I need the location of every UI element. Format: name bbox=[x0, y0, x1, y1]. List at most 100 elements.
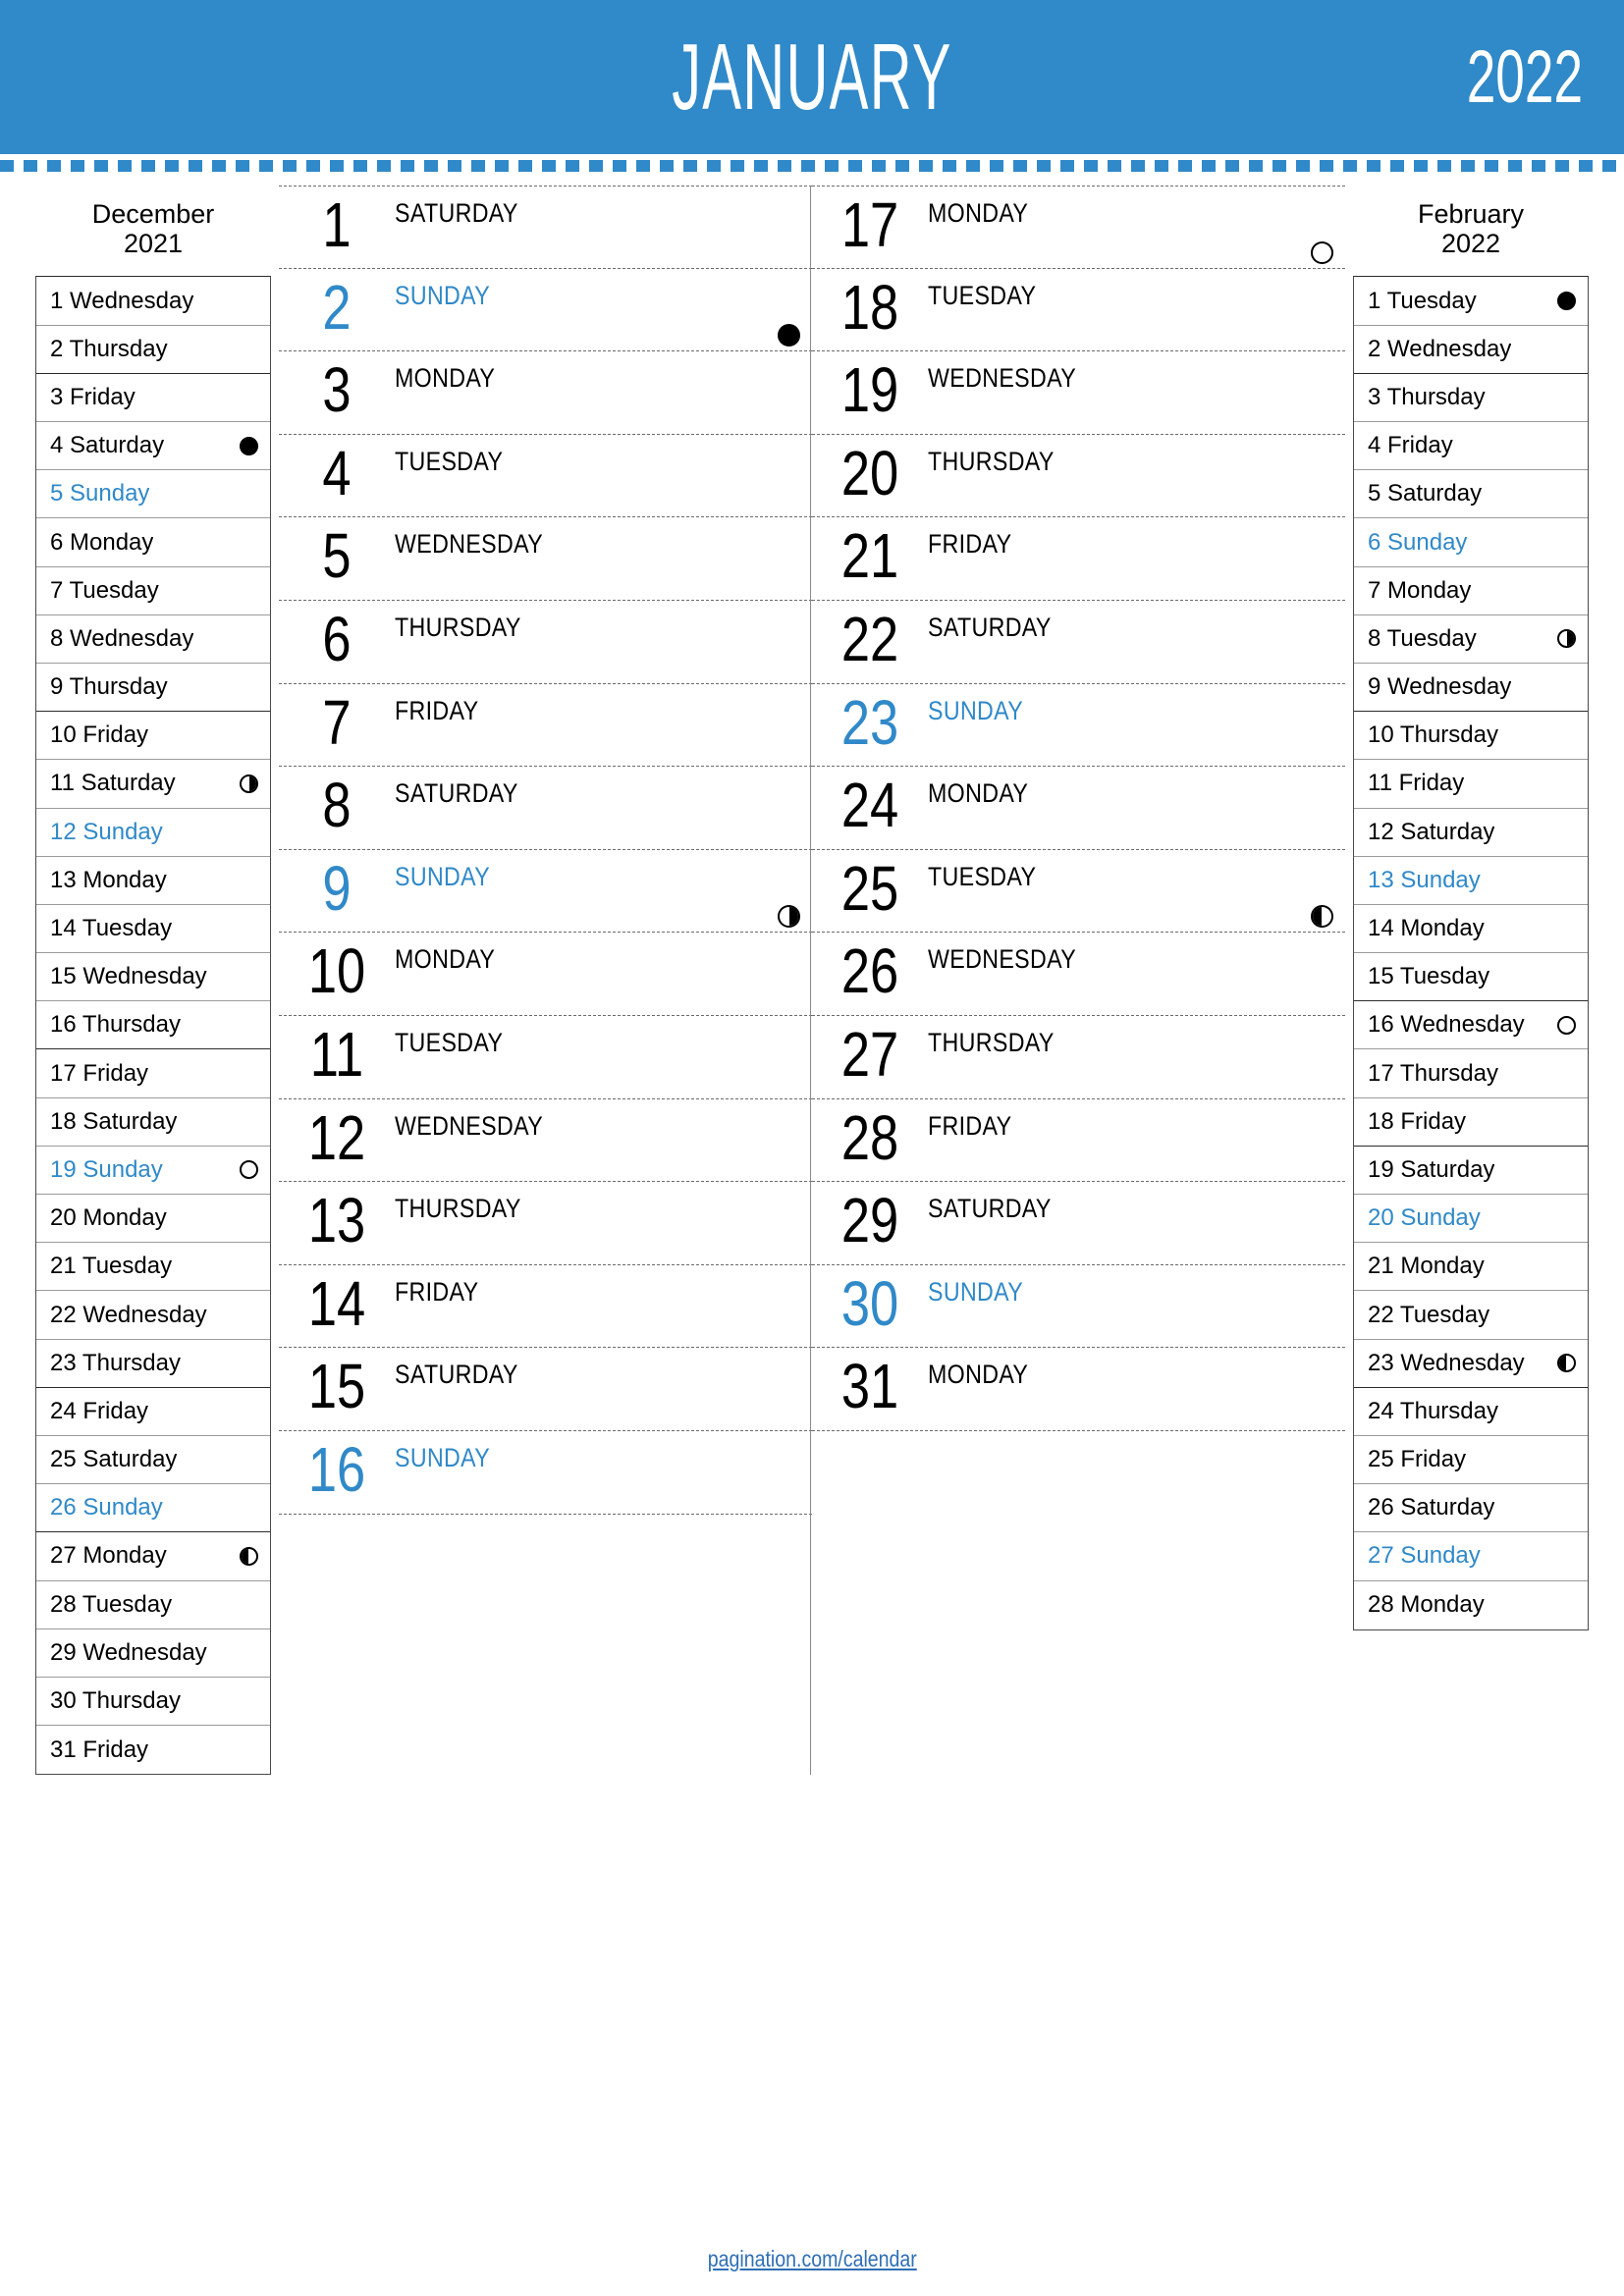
mini-day-row[interactable]: 26 Saturday bbox=[1354, 1484, 1588, 1533]
mini-day-row[interactable]: 19 Saturday bbox=[1354, 1147, 1588, 1196]
mini-day-row[interactable]: 15 Tuesday bbox=[1354, 953, 1588, 1002]
mini-day-row[interactable]: 25 Friday bbox=[1354, 1436, 1588, 1485]
day-cell[interactable]: 7 FRIDAY bbox=[279, 684, 812, 768]
mini-day-row[interactable]: 25 Saturday bbox=[36, 1436, 270, 1485]
mini-day-row[interactable]: 27 Monday bbox=[36, 1532, 270, 1581]
mini-day-row[interactable]: 17 Thursday bbox=[1354, 1049, 1588, 1098]
day-number: 9 bbox=[322, 852, 352, 924]
mini-day-row[interactable]: 10 Thursday bbox=[1354, 712, 1588, 761]
day-cell[interactable]: 21 FRIDAY bbox=[812, 517, 1345, 601]
mini-day-row[interactable]: 23 Thursday bbox=[36, 1340, 270, 1388]
mini-day-row[interactable]: 15 Wednesday bbox=[36, 953, 270, 1002]
mini-day-row[interactable]: 19 Sunday bbox=[36, 1147, 270, 1196]
mini-day-row[interactable]: 2 Thursday bbox=[36, 326, 270, 374]
day-cell[interactable]: 15 SATURDAY bbox=[279, 1348, 812, 1431]
mini-day-row[interactable]: 6 Sunday bbox=[1354, 518, 1588, 567]
day-cell[interactable]: 30 SUNDAY bbox=[812, 1265, 1345, 1349]
mini-day-row[interactable]: 16 Wednesday bbox=[1354, 1001, 1588, 1050]
mini-day-row[interactable]: 27 Sunday bbox=[1354, 1532, 1588, 1581]
day-cell[interactable]: 28 FRIDAY bbox=[812, 1099, 1345, 1183]
day-cell[interactable]: 3 MONDAY bbox=[279, 351, 812, 435]
mini-day-row[interactable]: 26 Sunday bbox=[36, 1484, 270, 1533]
mini-day-row[interactable]: 11 Friday bbox=[1354, 760, 1588, 809]
mini-day-row[interactable]: 8 Tuesday bbox=[1354, 615, 1588, 664]
mini-day-row[interactable]: 28 Tuesday bbox=[36, 1581, 270, 1629]
day-cell[interactable]: 31 MONDAY bbox=[812, 1348, 1345, 1431]
day-cell[interactable]: 5 WEDNESDAY bbox=[279, 517, 812, 601]
mini-day-row[interactable]: 13 Sunday bbox=[1354, 857, 1588, 905]
mini-day-row[interactable]: 13 Monday bbox=[36, 857, 270, 905]
mini-day-row[interactable]: 4 Saturday bbox=[36, 422, 270, 471]
mini-day-row[interactable]: 18 Friday bbox=[1354, 1098, 1588, 1147]
mini-day-row[interactable]: 7 Monday bbox=[1354, 567, 1588, 615]
mini-day-row[interactable]: 21 Tuesday bbox=[36, 1243, 270, 1292]
day-cell[interactable]: 25 TUESDAY bbox=[812, 850, 1345, 934]
mini-day-row[interactable]: 18 Saturday bbox=[36, 1098, 270, 1147]
mini-day-row[interactable]: 24 Friday bbox=[36, 1388, 270, 1436]
mini-day-row[interactable]: 14 Tuesday bbox=[36, 905, 270, 954]
mini-day-row[interactable]: 12 Saturday bbox=[1354, 809, 1588, 857]
mini-day-row[interactable]: 5 Sunday bbox=[36, 470, 270, 519]
mini-day-row[interactable]: 30 Thursday bbox=[36, 1678, 270, 1727]
day-weekday-label: SUNDAY bbox=[395, 1442, 491, 1472]
mini-day-row[interactable]: 6 Monday bbox=[36, 518, 270, 567]
mini-day-label: 19 Saturday bbox=[1368, 1155, 1495, 1183]
day-cell[interactable]: 13 THURSDAY bbox=[279, 1182, 812, 1265]
day-number: 7 bbox=[322, 686, 352, 758]
day-cell[interactable]: 16 SUNDAY bbox=[279, 1431, 812, 1515]
mini-day-row[interactable]: 28 Monday bbox=[1354, 1581, 1588, 1629]
mini-day-label: 13 Sunday bbox=[1368, 866, 1481, 893]
mini-day-row[interactable]: 20 Sunday bbox=[1354, 1195, 1588, 1244]
mini-day-row[interactable]: 3 Friday bbox=[36, 374, 270, 423]
mini-day-row[interactable]: 4 Friday bbox=[1354, 422, 1588, 471]
day-cell[interactable]: 18 TUESDAY bbox=[812, 269, 1345, 352]
mini-day-row[interactable]: 10 Friday bbox=[36, 712, 270, 761]
mini-day-row[interactable]: 11 Saturday bbox=[36, 760, 270, 809]
mini-day-row[interactable]: 29 Wednesday bbox=[36, 1629, 270, 1678]
mini-day-row[interactable]: 24 Thursday bbox=[1354, 1388, 1588, 1436]
mini-day-row[interactable]: 1 Tuesday bbox=[1354, 277, 1588, 326]
mini-day-row[interactable]: 12 Sunday bbox=[36, 809, 270, 857]
mini-day-row[interactable]: 3 Thursday bbox=[1354, 374, 1588, 423]
day-cell[interactable]: 10 MONDAY bbox=[279, 933, 812, 1016]
mini-day-label: 2 Thursday bbox=[50, 335, 168, 362]
day-cell[interactable]: 29 SATURDAY bbox=[812, 1182, 1345, 1265]
day-cell[interactable]: 8 SATURDAY bbox=[279, 767, 812, 850]
day-cell[interactable]: 6 THURSDAY bbox=[279, 601, 812, 684]
mini-day-row[interactable]: 17 Friday bbox=[36, 1049, 270, 1098]
day-cell[interactable]: 22 SATURDAY bbox=[812, 601, 1345, 684]
footer-link[interactable]: pagination.com/calendar bbox=[707, 2246, 916, 2272]
day-cell[interactable]: 17 MONDAY bbox=[812, 186, 1345, 269]
day-cell[interactable]: 1 SATURDAY bbox=[279, 186, 812, 269]
day-cell[interactable]: 11 TUESDAY bbox=[279, 1016, 812, 1099]
day-cell[interactable]: 14 FRIDAY bbox=[279, 1265, 812, 1349]
day-cell[interactable]: 24 MONDAY bbox=[812, 767, 1345, 850]
mini-day-row[interactable]: 14 Monday bbox=[1354, 905, 1588, 954]
mini-day-row[interactable]: 21 Monday bbox=[1354, 1243, 1588, 1292]
mini-day-row[interactable]: 9 Wednesday bbox=[1354, 664, 1588, 713]
mini-day-row[interactable]: 16 Thursday bbox=[36, 1001, 270, 1050]
day-cell[interactable]: 23 SUNDAY bbox=[812, 684, 1345, 768]
day-cell[interactable]: 12 WEDNESDAY bbox=[279, 1099, 812, 1183]
day-cell[interactable]: 19 WEDNESDAY bbox=[812, 351, 1345, 435]
mini-day-row[interactable]: 7 Tuesday bbox=[36, 567, 270, 615]
mini-day-row[interactable]: 8 Wednesday bbox=[36, 615, 270, 664]
day-cell[interactable]: 9 SUNDAY bbox=[279, 850, 812, 934]
mini-day-row[interactable]: 23 Wednesday bbox=[1354, 1340, 1588, 1388]
mini-day-row[interactable]: 20 Monday bbox=[36, 1195, 270, 1244]
mini-day-row[interactable]: 5 Saturday bbox=[1354, 470, 1588, 519]
mini-day-row[interactable]: 22 Wednesday bbox=[36, 1291, 270, 1340]
day-cell[interactable]: 2 SUNDAY bbox=[279, 269, 812, 352]
mini-day-row[interactable]: 1 Wednesday bbox=[36, 277, 270, 326]
first-quarter-moon-icon bbox=[1557, 629, 1576, 649]
mini-day-label: 22 Tuesday bbox=[1368, 1301, 1490, 1328]
mini-day-row[interactable]: 22 Tuesday bbox=[1354, 1291, 1588, 1340]
day-cell[interactable]: 26 WEDNESDAY bbox=[812, 933, 1345, 1016]
mini-day-row[interactable]: 9 Thursday bbox=[36, 664, 270, 713]
day-number: 27 bbox=[840, 1018, 899, 1090]
day-cell[interactable]: 4 TUESDAY bbox=[279, 435, 812, 518]
mini-day-row[interactable]: 2 Wednesday bbox=[1354, 326, 1588, 374]
day-cell[interactable]: 27 THURSDAY bbox=[812, 1016, 1345, 1099]
mini-day-row[interactable]: 31 Friday bbox=[36, 1726, 270, 1774]
day-cell[interactable]: 20 THURSDAY bbox=[812, 435, 1345, 518]
